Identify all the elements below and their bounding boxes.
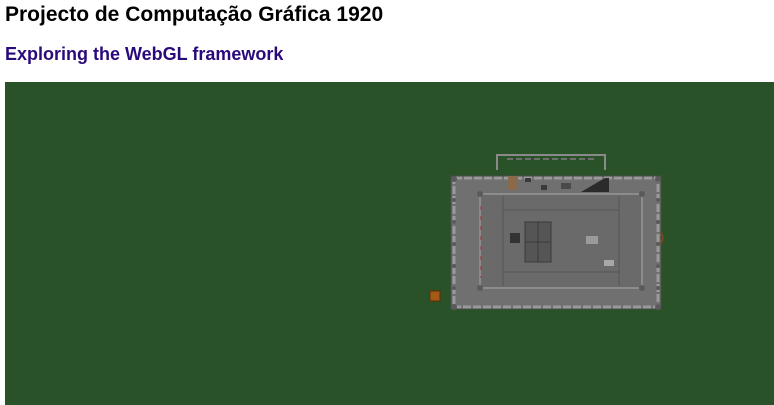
webgl-canvas[interactable] — [5, 82, 774, 405]
crate — [429, 290, 441, 302]
light-object — [586, 236, 598, 244]
scene-render — [5, 82, 774, 405]
dark-object — [510, 233, 520, 243]
inner-room — [479, 193, 643, 289]
light-object-2 — [604, 260, 614, 266]
doorway — [508, 176, 518, 190]
webgl-page: Projecto de Computação Gráfica 1920 Expl… — [0, 0, 774, 405]
page-title: Projecto de Computação Gráfica 1920 — [5, 3, 384, 26]
page-subtitle: Exploring the WebGL framework — [5, 44, 284, 64]
